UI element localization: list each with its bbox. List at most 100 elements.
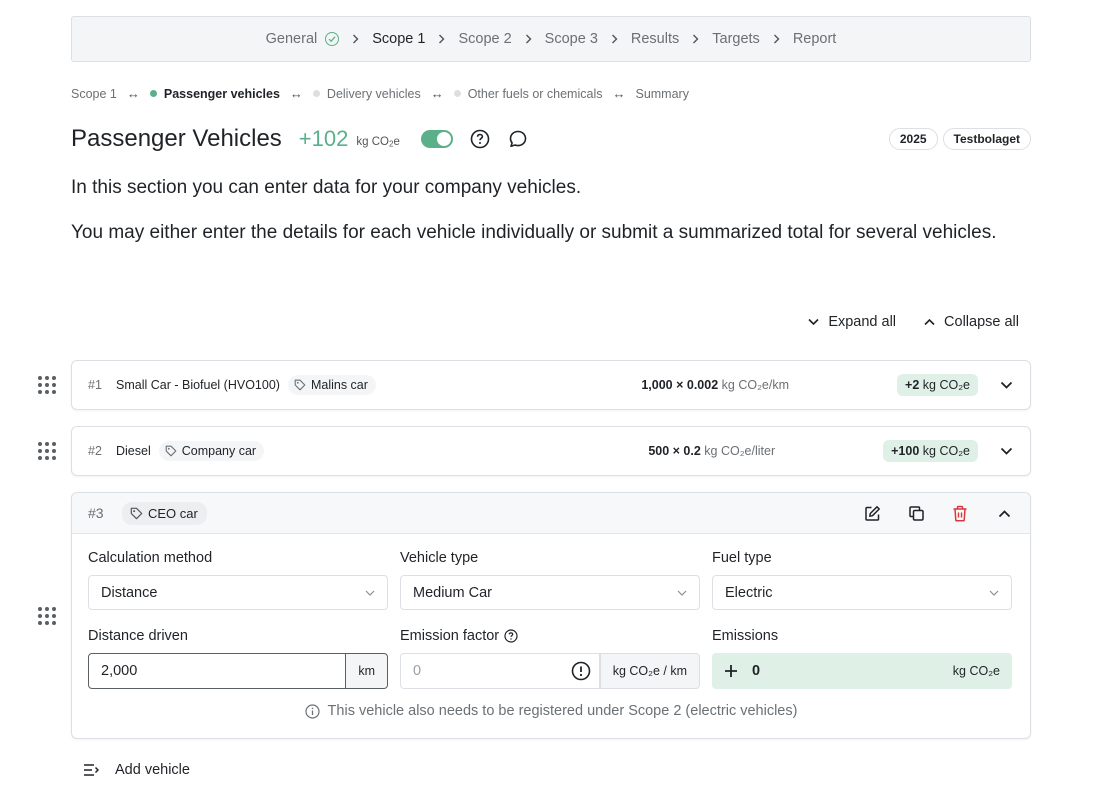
step-results[interactable]: Results: [631, 31, 679, 47]
vehicle-index: #2: [88, 444, 102, 458]
emission-formula: 500 × 0.2 kg CO₂e/liter: [648, 444, 776, 458]
chevron-down-icon[interactable]: [998, 443, 1014, 459]
vehicle-card[interactable]: #2 Diesel Company car 500 × 0.2 kg CO₂e/…: [71, 426, 1031, 476]
scope2-notice: This vehicle also needs to be registered…: [72, 703, 1030, 719]
add-vehicle-button[interactable]: Add vehicle: [83, 762, 190, 778]
emission-factor-unit: kg CO₂e / km: [599, 653, 700, 689]
chevron-down-icon: [677, 590, 687, 596]
vehicle-index: #1: [88, 378, 102, 392]
distance-input[interactable]: 2,000: [88, 653, 347, 689]
double-arrow-icon: ↔: [289, 86, 303, 101]
total-emissions: +102: [298, 126, 349, 151]
subnav-summary[interactable]: Summary: [635, 87, 688, 101]
calculation-method-label: Calculation method: [88, 550, 213, 566]
step-scope-1[interactable]: Scope 1: [372, 31, 425, 47]
comment-icon[interactable]: [507, 128, 529, 150]
expand-all-button[interactable]: Expand all: [808, 314, 896, 330]
subnav-other-fuels[interactable]: Other fuels or chemicals: [453, 87, 602, 101]
calculation-method-field: Calculation method Distance: [88, 548, 388, 610]
info-icon: [304, 703, 320, 719]
check-circle-icon: [325, 32, 340, 46]
vehicle-tag[interactable]: CEO car: [122, 501, 207, 525]
emissions-label: Emissions: [712, 628, 779, 644]
emission-factor-label: Emission factor: [400, 626, 700, 646]
delete-icon[interactable]: [950, 503, 970, 523]
subnav-scope-1[interactable]: Scope 1: [71, 87, 117, 101]
add-list-icon: [84, 764, 99, 776]
drag-handle-icon[interactable]: [38, 442, 56, 460]
intro-paragraph-1: In this section you can enter data for y…: [71, 177, 582, 198]
fuel-type-label: Fuel type: [712, 550, 772, 566]
emission-badge: +2 kg CO₂e: [897, 374, 978, 396]
chevron-down-icon[interactable]: [998, 377, 1014, 393]
collapse-all-button[interactable]: Collapse all: [924, 314, 1019, 330]
chevron-right-icon: [773, 34, 780, 44]
chevron-right-icon: [611, 34, 618, 44]
tag-icon: [165, 445, 177, 457]
section-toggle[interactable]: [420, 130, 453, 148]
double-arrow-icon: ↔: [430, 86, 444, 101]
vehicle-type-field: Vehicle type Medium Car: [400, 548, 700, 610]
fuel-type-field: Fuel type Electric: [712, 548, 1012, 610]
duplicate-icon[interactable]: [906, 503, 926, 523]
warning-icon: [571, 661, 590, 681]
emissions-field: Emissions 0 kg CO₂e: [712, 626, 1012, 689]
vehicle-name: Small Car - Biofuel (HVO100): [116, 378, 280, 392]
vehicle-card-header: #3 CEO car: [72, 493, 1030, 534]
help-icon[interactable]: [469, 128, 491, 150]
tag-icon: [294, 379, 306, 391]
emission-badge: +100 kg CO₂e: [883, 440, 978, 462]
fuel-type-select[interactable]: Electric: [712, 575, 1012, 610]
help-icon: [504, 629, 518, 643]
vehicle-card[interactable]: #1 Small Car - Biofuel (HVO100) Malins c…: [71, 360, 1031, 410]
page-title: Passenger Vehicles: [71, 125, 282, 152]
step-scope-3[interactable]: Scope 3: [545, 31, 598, 47]
vehicle-card-expanded: #3 CEO car Calculation method Distance V…: [71, 492, 1031, 739]
subnav-passenger-vehicles[interactable]: Passenger vehicles: [149, 87, 280, 101]
company-pill[interactable]: Testbolaget: [942, 128, 1031, 150]
vehicle-type-label: Vehicle type: [400, 550, 479, 566]
vehicle-type-select[interactable]: Medium Car: [400, 575, 700, 610]
year-pill[interactable]: 2025: [888, 128, 938, 150]
plus-icon: [725, 665, 737, 677]
page-header: Passenger Vehicles +102 kg CO2e 2025 Tes…: [71, 122, 1031, 156]
vehicle-name: Diesel: [116, 444, 151, 458]
calculation-method-select[interactable]: Distance: [88, 575, 388, 610]
expand-controls: Expand all Collapse all: [71, 314, 1031, 330]
double-arrow-icon: ↔: [126, 86, 140, 101]
vehicle-tag: Company car: [158, 441, 265, 461]
emission-formula: 1,000 × 0.002 kg CO₂e/km: [641, 378, 790, 392]
distance-unit: km: [346, 653, 388, 689]
subnav-delivery-vehicles[interactable]: Delivery vehicles: [312, 87, 421, 101]
drag-handle-icon[interactable]: [38, 376, 56, 394]
chevron-right-icon: [438, 34, 445, 44]
chevron-down-icon: [989, 590, 999, 596]
emission-factor-input[interactable]: 0: [400, 653, 600, 689]
drag-handle-icon[interactable]: [38, 607, 56, 625]
vehicle-tag: Malins car: [287, 375, 376, 395]
step-report[interactable]: Report: [793, 31, 837, 47]
breadcrumb: Scope 1 ↔ Passenger vehicles ↔ Delivery …: [71, 86, 689, 101]
dot-icon: [312, 90, 320, 97]
step-targets[interactable]: Targets: [712, 31, 760, 47]
chevron-up-icon[interactable]: [994, 503, 1014, 523]
tag-icon: [130, 507, 143, 519]
chevron-right-icon: [352, 34, 359, 44]
distance-field: Distance driven 2,000 km: [88, 626, 388, 689]
active-dot-icon: [149, 90, 157, 97]
progress-stepper: General Scope 1 Scope 2 Scope 3 Results …: [71, 16, 1031, 62]
step-general[interactable]: General: [266, 31, 340, 47]
chevron-right-icon: [692, 34, 699, 44]
emission-factor-field: Emission factor 0 kg CO₂e / km: [400, 626, 700, 689]
chevron-right-icon: [525, 34, 532, 44]
chevron-up-icon: [924, 318, 935, 326]
dot-icon: [453, 90, 461, 97]
total-emissions-unit: kg CO2e: [356, 135, 400, 149]
step-scope-2[interactable]: Scope 2: [458, 31, 511, 47]
vehicle-index: #3: [88, 505, 104, 521]
double-arrow-icon: ↔: [612, 86, 626, 101]
chevron-down-icon: [808, 318, 819, 326]
intro-paragraph-2: You may either enter the details for eac…: [71, 222, 997, 243]
edit-icon[interactable]: [862, 503, 882, 523]
emissions-result: 0 kg CO₂e: [712, 653, 1012, 689]
